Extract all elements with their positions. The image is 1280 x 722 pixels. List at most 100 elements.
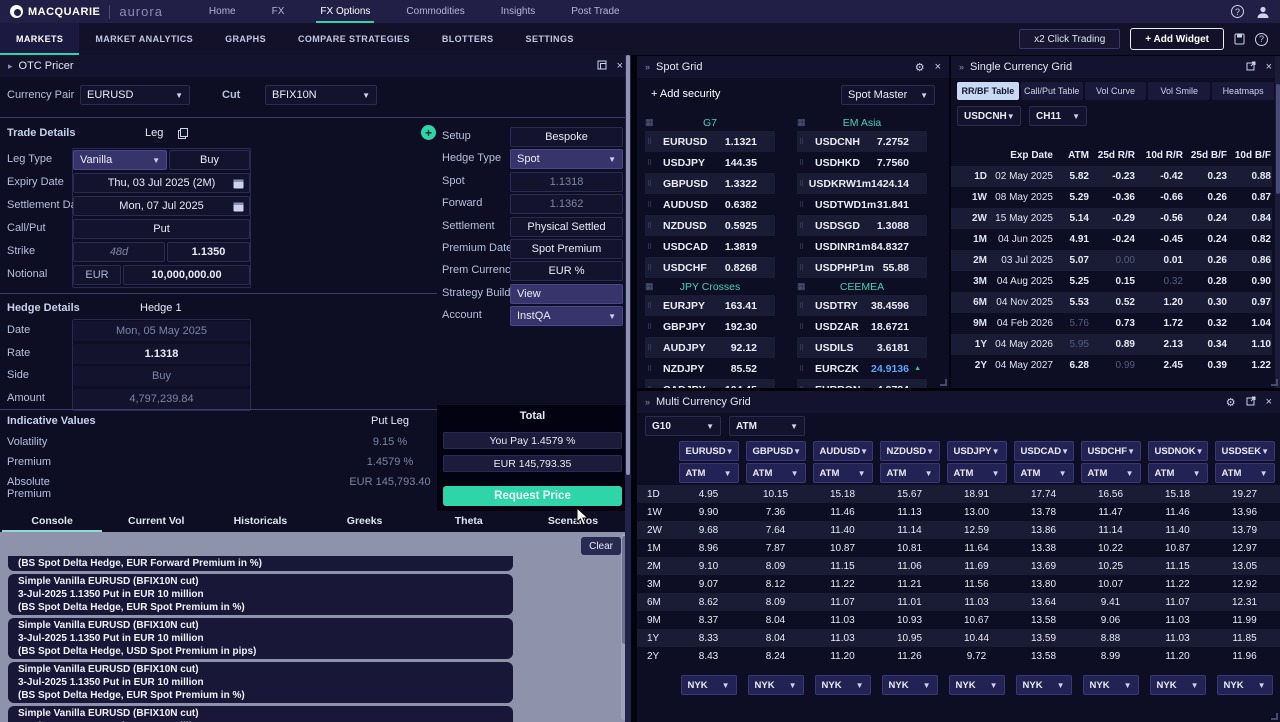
- metric-select-eurusd[interactable]: ATM▼: [679, 463, 739, 483]
- multi-grid-row-2y[interactable]: 2Y8.438.2411.2011.269.7213.588.9911.2011…: [637, 647, 1280, 665]
- collapse-icon[interactable]: »: [645, 62, 650, 72]
- nav-item-post-trade[interactable]: Post Trade: [553, 0, 637, 23]
- metric-select-audusd[interactable]: ATM▼: [813, 463, 873, 483]
- console-tab-current-vol[interactable]: Current Vol: [104, 513, 208, 531]
- single-tab-rr-bf-table[interactable]: RR/BF Table: [957, 82, 1019, 100]
- single-grid-row-1y[interactable]: 1Y04 May 20265.950.892.130.341.10: [951, 334, 1272, 355]
- hedge-field-side[interactable]: Buy: [73, 366, 250, 386]
- spot-row-eurron[interactable]: ⠿EURRON4.9784: [797, 379, 927, 388]
- user-avatar-icon[interactable]: [1256, 5, 1270, 19]
- popout-icon[interactable]: [1246, 396, 1256, 409]
- metric-select-usdcad[interactable]: ATM▼: [1014, 463, 1074, 483]
- console-tab-scenarios[interactable]: Scenarios: [521, 513, 625, 531]
- single-grid-row-2y[interactable]: 2Y04 May 20276.280.992.450.391.22: [951, 355, 1272, 376]
- spot-row-usdinr1m[interactable]: ⠿USDINR1m84.8327: [797, 236, 927, 257]
- multi-grid-row-6m[interactable]: 6M8.628.0911.0711.0111.0313.649.4111.071…: [637, 593, 1280, 611]
- pair-select[interactable]: USDCNH▼: [957, 106, 1021, 126]
- multi-grid-row-1y[interactable]: 1Y8.338.0411.0310.9510.4413.598.8811.031…: [637, 629, 1280, 647]
- console-tab-historicals[interactable]: Historicals: [208, 513, 312, 531]
- resize-handle[interactable]: [1271, 713, 1278, 720]
- popout-icon[interactable]: [597, 60, 607, 73]
- close-icon[interactable]: ×: [617, 60, 623, 72]
- console-tab-console[interactable]: Console: [0, 513, 104, 531]
- spot-row-eurczk[interactable]: ⠿EURCZK24.9136▲: [797, 358, 927, 379]
- spot-row-usdtry[interactable]: ⠿USDTRY38.4596: [797, 295, 927, 316]
- resize-handle[interactable]: [1271, 379, 1278, 386]
- currency-select-usdjpy[interactable]: USDJPY▼: [947, 441, 1007, 461]
- close-icon[interactable]: ×: [1266, 61, 1272, 73]
- nav-item-commodities[interactable]: Commodities: [388, 0, 482, 23]
- setup-field-settlement[interactable]: Physical Settled: [510, 217, 623, 237]
- spot-row-usdcnh[interactable]: ⠿USDCNH7.2752: [797, 131, 927, 152]
- multi-grid-row-9m[interactable]: 9M8.378.0411.0310.9310.6713.589.0611.031…: [637, 611, 1280, 629]
- spot-row-usdsgd[interactable]: ⠿USDSGD1.3088: [797, 215, 927, 236]
- metric-select-usdsek[interactable]: ATM▼: [1215, 463, 1275, 483]
- add-widget-button[interactable]: + Add Widget: [1130, 28, 1224, 50]
- cut-select-usdcad[interactable]: NYK▼: [1016, 675, 1072, 695]
- hedge-field-rate[interactable]: 1.1318: [73, 344, 250, 364]
- currency-pair-select[interactable]: EURUSD▼: [80, 85, 190, 105]
- currency-select-nzdusd[interactable]: NZDUSD▼: [880, 441, 940, 461]
- gear-icon[interactable]: ⚙: [915, 61, 925, 74]
- metric-select-gbpusd[interactable]: ATM▼: [746, 463, 806, 483]
- spot-row-eurjpy[interactable]: ⠿EURJPY163.41: [645, 295, 775, 316]
- single-grid-row-9m[interactable]: 9M04 Feb 20265.760.731.720.321.04: [951, 313, 1272, 334]
- setup-field-spot[interactable]: 1.1318: [510, 172, 623, 192]
- setup-field-prem-currency[interactable]: EUR %: [510, 261, 623, 281]
- metric-select-usdjpy[interactable]: ATM▼: [947, 463, 1007, 483]
- spot-row-gbpusd[interactable]: ⠿GBPUSD1.3322: [645, 173, 775, 194]
- spot-master-select[interactable]: Spot Master▼: [841, 85, 935, 105]
- tab-markets[interactable]: MARKETS: [0, 23, 79, 55]
- collapse-icon[interactable]: ▸: [8, 61, 13, 72]
- currency-select-usdcad[interactable]: USDCAD▼: [1014, 441, 1074, 461]
- nav-item-home[interactable]: Home: [191, 0, 254, 23]
- metric-select-usdnok[interactable]: ATM▼: [1148, 463, 1208, 483]
- cut-select-usdchf[interactable]: NYK▼: [1083, 675, 1139, 695]
- single-tab-call-put-table[interactable]: Call/Put Table: [1021, 82, 1083, 100]
- spot-row-usdjpy[interactable]: ⠿USDJPY144.35: [645, 152, 775, 173]
- close-icon[interactable]: ×: [935, 61, 941, 73]
- collapse-icon[interactable]: »: [959, 62, 964, 72]
- currency-select-audusd[interactable]: AUDUSD▼: [813, 441, 873, 461]
- spot-row-gbpjpy[interactable]: ⠿GBPJPY192.30: [645, 316, 775, 337]
- console-tab-greeks[interactable]: Greeks: [313, 513, 417, 531]
- metric-select[interactable]: ATM▼: [729, 416, 805, 436]
- spot-row-usdhkd[interactable]: ⠿USDHKD7.7560: [797, 152, 927, 173]
- nav-item-insights[interactable]: Insights: [483, 0, 553, 23]
- group-select[interactable]: CH11▼: [1029, 106, 1087, 126]
- cut-select-nzdusd[interactable]: NYK▼: [882, 675, 938, 695]
- cut-select-audusd[interactable]: NYK▼: [815, 675, 871, 695]
- spot-row-eurusd[interactable]: ⠿EURUSD1.1321: [645, 131, 775, 152]
- nav-item-fx-options[interactable]: FX Options: [302, 0, 388, 23]
- single-grid-scrollbar[interactable]: [1275, 56, 1280, 388]
- currency-select-usdsek[interactable]: USDSEK▼: [1215, 441, 1275, 461]
- spot-row-nzdjpy[interactable]: ⠿NZDJPY85.52: [645, 358, 775, 379]
- currency-select-gbpusd[interactable]: GBPUSD▼: [746, 441, 806, 461]
- setup-field-setup[interactable]: Bespoke: [510, 127, 623, 147]
- collapse-icon[interactable]: »: [645, 397, 650, 407]
- request-price-button[interactable]: Request Price: [443, 486, 622, 506]
- metric-select-usdchf[interactable]: ATM▼: [1081, 463, 1141, 483]
- hedge-field-date[interactable]: Mon, 05 May 2025: [73, 321, 250, 341]
- help-icon[interactable]: ?: [1231, 5, 1244, 18]
- currency-select-usdnok[interactable]: USDNOK▼: [1148, 441, 1208, 461]
- close-icon[interactable]: ×: [1266, 396, 1272, 408]
- console-tab-theta[interactable]: Theta: [417, 513, 521, 531]
- spot-row-usdtwd1m[interactable]: ⠿USDTWD1m31.841: [797, 194, 927, 215]
- multi-grid-row-2m[interactable]: 2M9.108.0911.1511.0611.6913.6910.2511.15…: [637, 557, 1280, 575]
- single-grid-row-2w[interactable]: 2W15 May 20255.14-0.29-0.560.240.84: [951, 208, 1272, 229]
- resize-handle[interactable]: [940, 379, 947, 386]
- tab-market-analytics[interactable]: MARKET ANALYTICS: [79, 23, 209, 55]
- multi-grid-row-3m[interactable]: 3M9.078.1211.2211.2111.5613.8010.0711.22…: [637, 575, 1280, 593]
- x2-click-trading-button[interactable]: x2 Click Trading: [1019, 29, 1120, 49]
- single-grid-row-6m[interactable]: 6M04 Nov 20255.530.521.200.300.97: [951, 292, 1272, 313]
- spot-row-usdphp1m[interactable]: ⠿USDPHP1m55.88: [797, 257, 927, 278]
- gear-icon[interactable]: ⚙: [1226, 396, 1236, 409]
- spot-row-audusd[interactable]: ⠿AUDUSD0.6382: [645, 194, 775, 215]
- setup-select-hedge-type[interactable]: Spot▼: [510, 149, 623, 169]
- single-grid-row-1d[interactable]: 1D02 May 20255.82-0.23-0.420.230.88: [951, 166, 1272, 187]
- nav-item-fx[interactable]: FX: [254, 0, 303, 23]
- setup-field-premium-date[interactable]: Spot Premium: [510, 239, 623, 259]
- spot-row-usdchf[interactable]: ⠿USDCHF0.8268: [645, 257, 775, 278]
- tab-settings[interactable]: SETTINGS: [510, 23, 590, 55]
